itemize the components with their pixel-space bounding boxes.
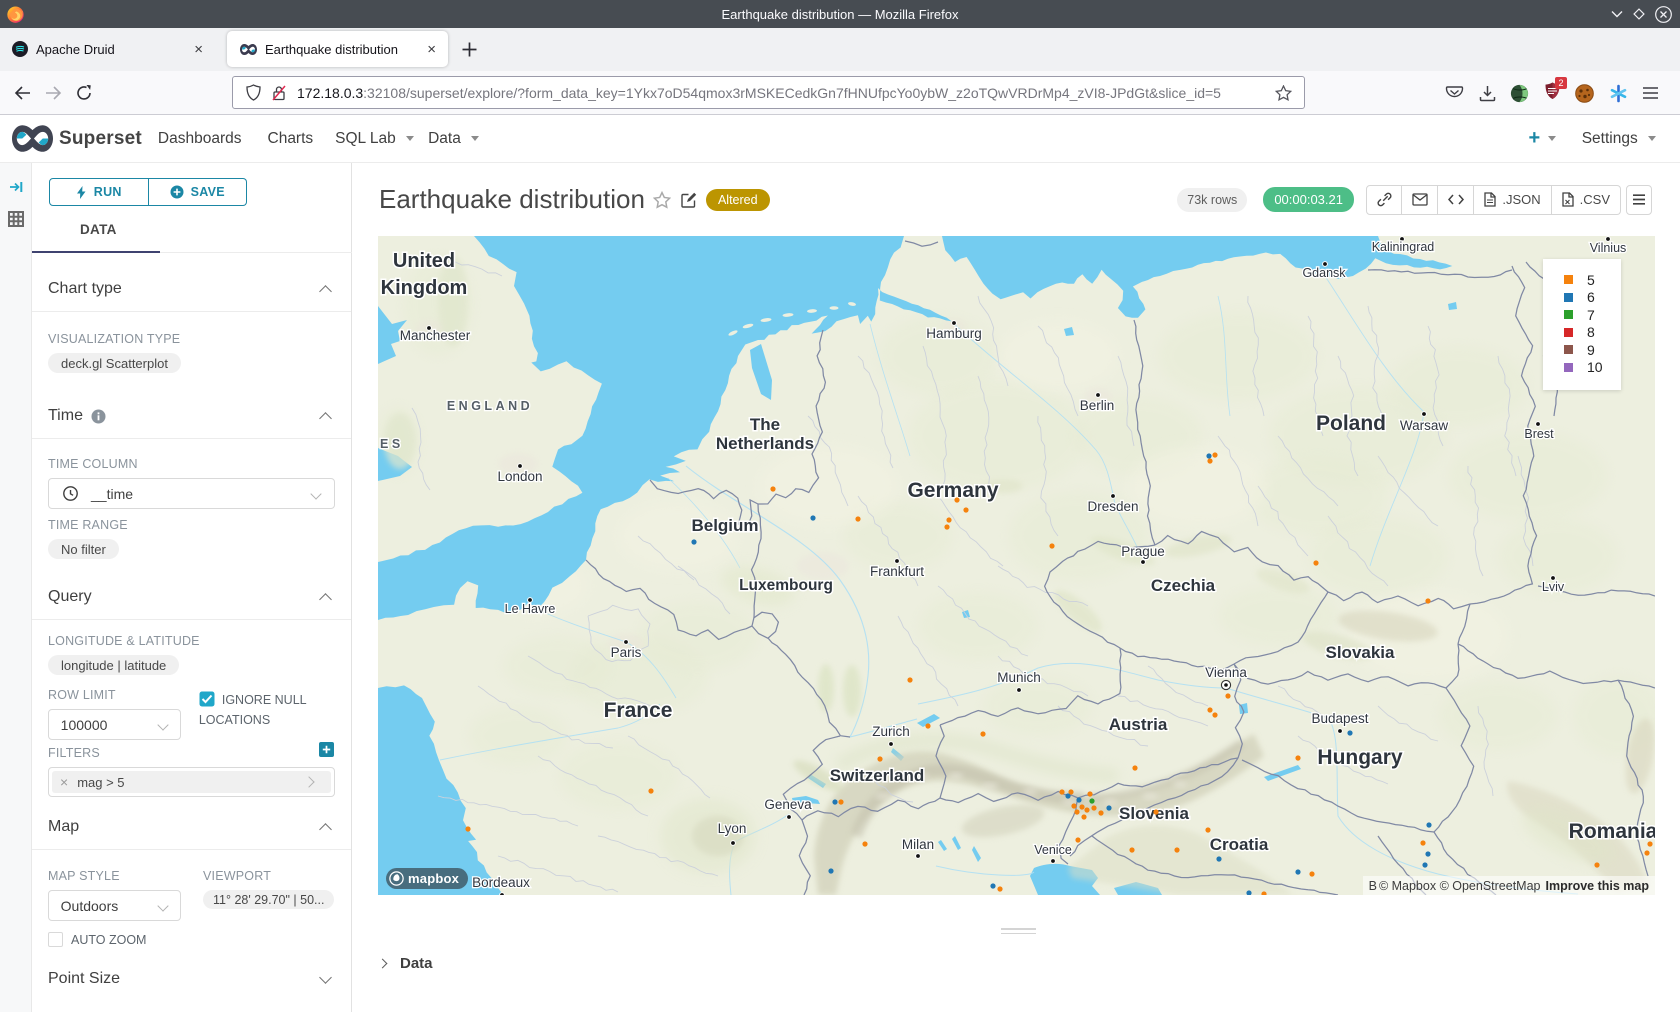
- svg-text:Venice: Venice: [1034, 843, 1072, 857]
- svg-text:Belgium: Belgium: [691, 516, 758, 535]
- svg-text:ES: ES: [380, 437, 404, 451]
- svg-text:Bordeaux: Bordeaux: [472, 875, 530, 890]
- svg-text:Vilnius: Vilnius: [1590, 241, 1627, 255]
- svg-text:Brest: Brest: [1524, 427, 1554, 441]
- svg-text:Slovakia: Slovakia: [1326, 643, 1396, 662]
- svg-text:France: France: [604, 699, 673, 722]
- svg-text:Austria: Austria: [1109, 715, 1168, 734]
- svg-text:Dresden: Dresden: [1087, 499, 1138, 514]
- svg-text:United: United: [393, 250, 455, 272]
- svg-text:Warsaw: Warsaw: [1400, 418, 1449, 433]
- svg-text:Manchester: Manchester: [400, 328, 471, 343]
- svg-text:Vienna: Vienna: [1205, 665, 1247, 680]
- svg-text:Switzerland: Switzerland: [830, 766, 924, 785]
- svg-text:Frankfurt: Frankfurt: [870, 564, 924, 579]
- svg-text:Czechia: Czechia: [1151, 576, 1216, 595]
- svg-text:Romania: Romania: [1569, 820, 1655, 843]
- svg-text:Kingdom: Kingdom: [381, 277, 468, 299]
- svg-text:Gdansk: Gdansk: [1302, 266, 1346, 280]
- svg-text:Lviv: Lviv: [1542, 580, 1565, 594]
- svg-text:Le Havre: Le Havre: [505, 602, 556, 616]
- svg-text:Budapest: Budapest: [1311, 711, 1368, 726]
- svg-text:Geneva: Geneva: [764, 797, 812, 812]
- svg-text:Poland: Poland: [1316, 412, 1386, 435]
- svg-text:Kaliningrad: Kaliningrad: [1372, 240, 1435, 254]
- svg-text:Hungary: Hungary: [1317, 746, 1403, 769]
- svg-text:London: London: [497, 469, 542, 484]
- svg-text:Lyon: Lyon: [718, 821, 747, 836]
- svg-text:The: The: [750, 415, 780, 434]
- svg-text:Germany: Germany: [907, 479, 998, 502]
- svg-text:Prague: Prague: [1121, 544, 1165, 559]
- svg-text:Luxembourg: Luxembourg: [739, 577, 833, 594]
- svg-text:Munich: Munich: [997, 670, 1041, 685]
- svg-text:Berlin: Berlin: [1080, 398, 1115, 413]
- svg-text:Hamburg: Hamburg: [926, 326, 982, 341]
- svg-text:Milan: Milan: [902, 837, 934, 852]
- svg-text:Netherlands: Netherlands: [716, 434, 814, 453]
- svg-text:Paris: Paris: [611, 645, 642, 660]
- svg-text:ENGLAND: ENGLAND: [447, 399, 533, 413]
- svg-text:Zurich: Zurich: [872, 724, 910, 739]
- svg-text:Croatia: Croatia: [1210, 835, 1269, 854]
